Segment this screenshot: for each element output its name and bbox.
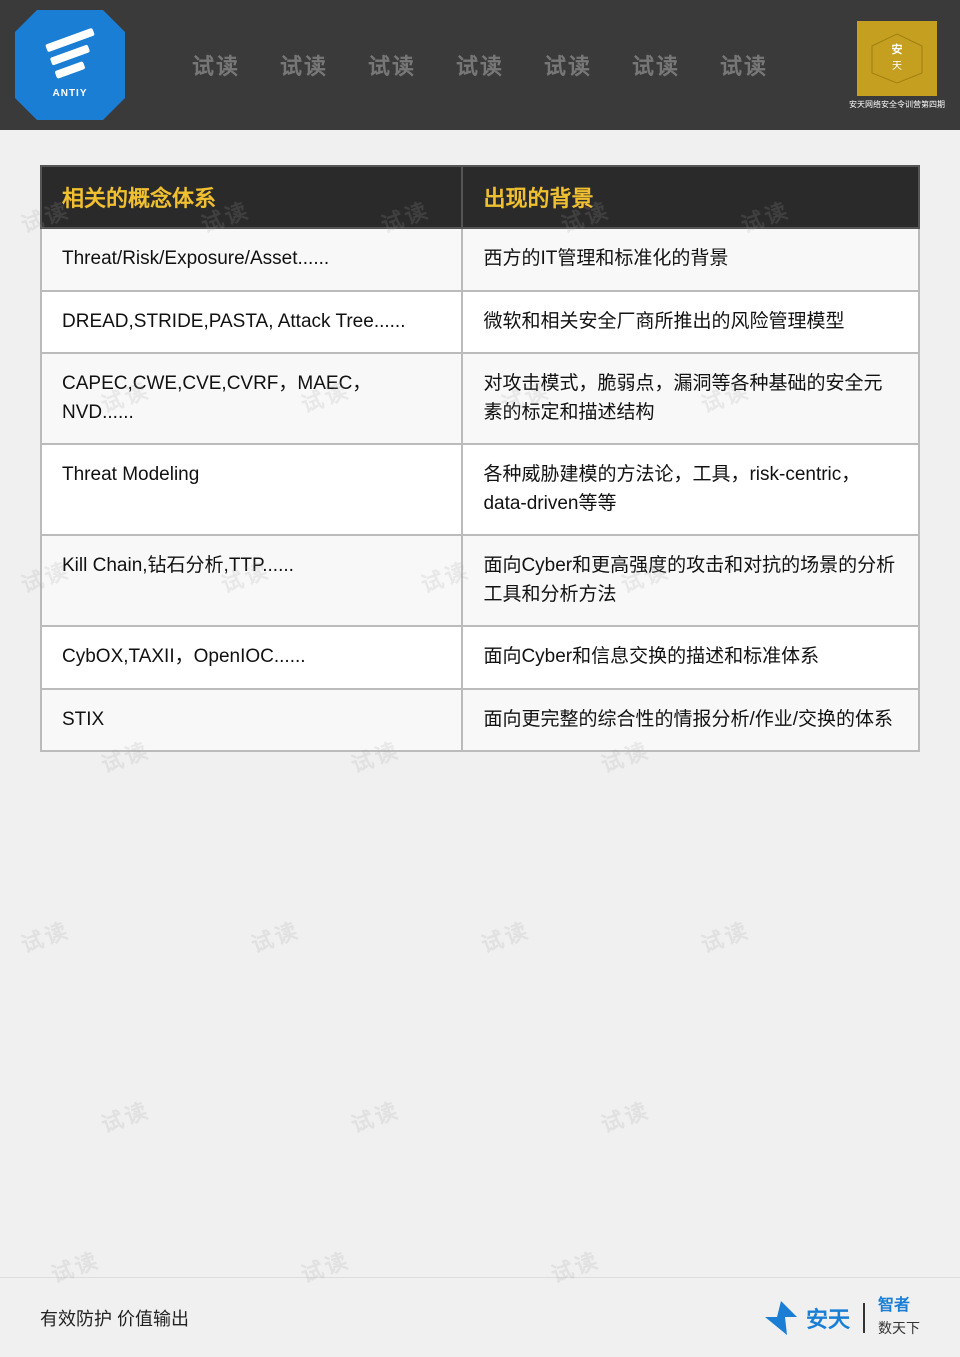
cell-left-1: DREAD,STRIDE,PASTA, Attack Tree...... — [41, 291, 462, 354]
header-wm-2: 试读 — [280, 49, 328, 81]
right-logo-subtitle: 安天网络安全令训营第四期 — [849, 99, 945, 110]
cell-left-4: Kill Chain,钻石分析,TTP...... — [41, 535, 462, 626]
header-wm-1: 试读 — [192, 49, 240, 81]
table-row: CAPEC,CWE,CVE,CVRF，MAEC，NVD......对攻击模式，脆… — [41, 353, 919, 444]
col1-header: 相关的概念体系 — [41, 166, 462, 228]
cell-right-0: 西方的IT管理和标准化的背景 — [462, 228, 919, 291]
footer-slogan: 有效防护 价值输出 — [40, 1305, 189, 1331]
footer-right: 安天 智者 数天下 — [761, 1295, 920, 1340]
header-watermarks: 试读 试读 试读 试读 试读 试读 试读 — [0, 0, 960, 130]
logo-stripe-3 — [54, 61, 85, 79]
header-wm-3: 试读 — [368, 49, 416, 81]
wm-23: 试读 — [596, 1092, 654, 1139]
header-wm-4: 试读 — [456, 49, 504, 81]
cell-right-2: 对攻击模式，脆弱点，漏洞等各种基础的安全元素的标定和描述结构 — [462, 353, 919, 444]
header-wm-5: 试读 — [544, 49, 592, 81]
footer: 有效防护 价值输出 安天 智者 数天下 — [0, 1277, 960, 1357]
wm-19: 试读 — [476, 912, 534, 959]
header-right-logo: 安 天 安天网络安全令训营第四期 — [849, 21, 945, 110]
cell-left-0: Threat/Risk/Exposure/Asset...... — [41, 228, 462, 291]
cell-right-6: 面向更完整的综合性的情报分析/作业/交换的体系 — [462, 689, 919, 752]
wm-17: 试读 — [16, 912, 74, 959]
table-header-row: 相关的概念体系 出现的背景 — [41, 166, 919, 228]
footer-antiy-text: 安天 — [806, 1302, 850, 1334]
header-wm-7: 试读 — [720, 49, 768, 81]
cell-right-5: 面向Cyber和信息交换的描述和标准体系 — [462, 626, 919, 689]
footer-divider — [863, 1303, 865, 1333]
right-logo-box: 安 天 — [857, 21, 937, 96]
footer-lightning-icon — [761, 1299, 801, 1337]
wm-22: 试读 — [346, 1092, 404, 1139]
header: ANTIY 试读 试读 试读 试读 试读 试读 试读 安 天 安天网络安全令训营… — [0, 0, 960, 130]
header-wm-6: 试读 — [632, 49, 680, 81]
cell-right-1: 微软和相关安全厂商所推出的风险管理模型 — [462, 291, 919, 354]
right-logo-svg: 安 天 — [867, 31, 927, 86]
wm-21: 试读 — [96, 1092, 154, 1139]
footer-logo: 安天 智者 数天下 — [761, 1295, 920, 1340]
logo-stripes — [43, 31, 98, 86]
header-watermark-row: 试读 试读 试读 试读 试读 试读 试读 — [192, 49, 768, 81]
table-row: Threat Modeling各种威胁建模的方法论，工具，risk-centri… — [41, 444, 919, 535]
svg-text:天: 天 — [892, 61, 902, 72]
svg-text:安: 安 — [892, 42, 903, 56]
table-row: Threat/Risk/Exposure/Asset......西方的IT管理和… — [41, 228, 919, 291]
table-row: Kill Chain,钻石分析,TTP......面向Cyber和更高强度的攻击… — [41, 535, 919, 626]
antiy-logo: ANTIY — [15, 10, 125, 120]
cell-left-3: Threat Modeling — [41, 444, 462, 535]
cell-right-4: 面向Cyber和更高强度的攻击和对抗的场景的分析工具和分析方法 — [462, 535, 919, 626]
cell-left-5: CybOX,TAXII，OpenIOC...... — [41, 626, 462, 689]
wm-18: 试读 — [246, 912, 304, 959]
table-row: CybOX,TAXII，OpenIOC......面向Cyber和信息交换的描述… — [41, 626, 919, 689]
table-row: DREAD,STRIDE,PASTA, Attack Tree......微软和… — [41, 291, 919, 354]
cell-left-6: STIX — [41, 689, 462, 752]
table-row: STIX面向更完整的综合性的情报分析/作业/交换的体系 — [41, 689, 919, 752]
col2-header: 出现的背景 — [462, 166, 919, 228]
cell-left-2: CAPEC,CWE,CVE,CVRF，MAEC，NVD...... — [41, 353, 462, 444]
footer-brand-text: 智者 数天下 — [878, 1295, 920, 1340]
cell-right-3: 各种威胁建模的方法论，工具，risk-centric，data-driven等等 — [462, 444, 919, 535]
main-content: 相关的概念体系 出现的背景 Threat/Risk/Exposure/Asset… — [0, 130, 960, 772]
logo-label: ANTIY — [53, 88, 88, 99]
logo-inner: ANTIY — [43, 31, 98, 99]
wm-20: 试读 — [696, 912, 754, 959]
concept-table: 相关的概念体系 出现的背景 Threat/Risk/Exposure/Asset… — [40, 165, 920, 752]
